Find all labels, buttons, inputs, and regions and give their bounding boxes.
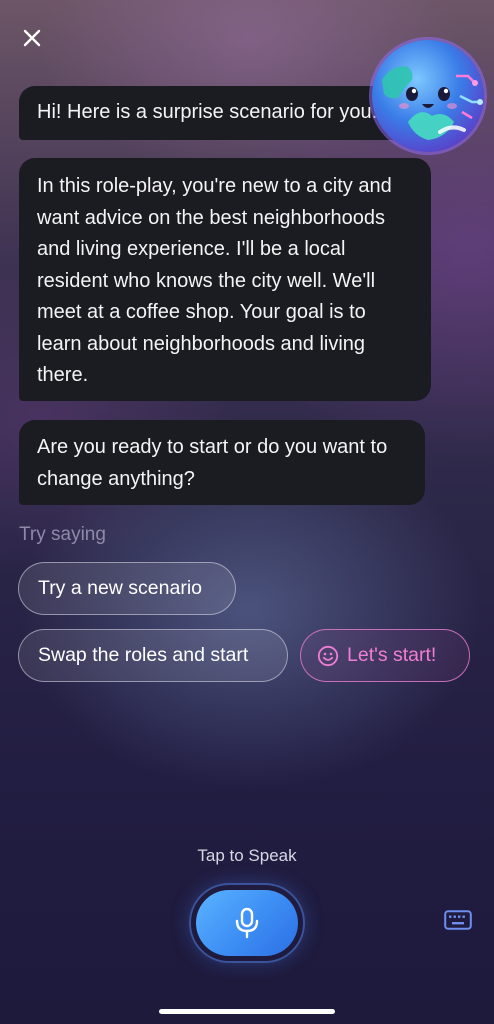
chip-label: Swap the roles and start — [38, 644, 249, 666]
microphone-button[interactable] — [196, 890, 298, 956]
assistant-message-intro: Hi! Here is a surprise scenario for you. — [19, 86, 409, 140]
suggestion-new-scenario-button[interactable]: Try a new scenario — [18, 562, 236, 615]
microphone-icon — [235, 907, 259, 939]
close-button[interactable] — [16, 22, 48, 54]
message-text: Are you ready to start or do you want to… — [37, 436, 388, 490]
keyboard-icon — [444, 910, 472, 930]
try-saying-label: Try saying — [19, 524, 106, 545]
assistant-message-scenario: In this role-play, you're new to a city … — [19, 158, 431, 401]
assistant-message-question: Are you ready to start or do you want to… — [19, 420, 425, 505]
close-icon — [23, 29, 41, 47]
keyboard-button[interactable] — [441, 905, 475, 935]
message-text: In this role-play, you're new to a city … — [37, 175, 392, 386]
globe-mascot-icon — [369, 37, 487, 155]
suggestion-swap-roles-button[interactable]: Swap the roles and start — [18, 629, 288, 682]
chip-label: Try a new scenario — [38, 577, 203, 599]
home-indicator — [159, 1009, 335, 1014]
chip-label: Let's start! — [347, 644, 437, 666]
tap-to-speak-label: Tap to Speak — [197, 846, 297, 865]
message-text: Hi! Here is a surprise scenario for you. — [37, 101, 378, 123]
assistant-avatar — [368, 36, 488, 156]
lets-start-button[interactable]: Let's start! — [300, 629, 470, 682]
smile-icon — [317, 645, 339, 666]
